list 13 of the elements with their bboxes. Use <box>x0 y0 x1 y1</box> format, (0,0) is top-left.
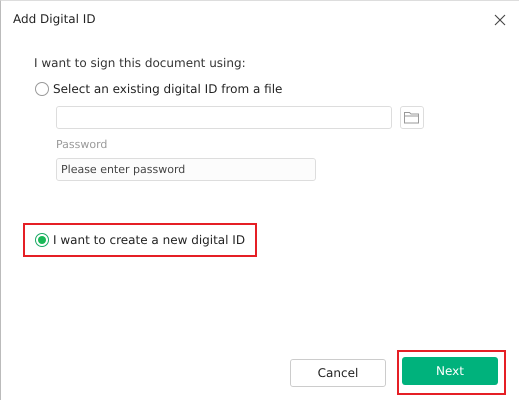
password-label: Password <box>56 138 108 151</box>
radio-option[interactable]: I want to create a new digital ID <box>35 233 246 247</box>
password-field[interactable]: Please enter password <box>56 158 316 181</box>
prompt-text: I want to sign this document using: <box>34 56 247 70</box>
cancel-button[interactable]: Cancel <box>290 358 386 386</box>
browse-button[interactable] <box>400 106 424 129</box>
close-icon[interactable] <box>494 14 506 26</box>
window-title: Add Digital ID <box>13 12 96 26</box>
radio-option[interactable]: Select an existing digital ID from a file <box>35 82 282 96</box>
folder-icon <box>404 111 420 124</box>
radio-button[interactable] <box>35 233 49 247</box>
file-path-field[interactable] <box>56 106 392 129</box>
radio-button[interactable] <box>35 82 49 96</box>
